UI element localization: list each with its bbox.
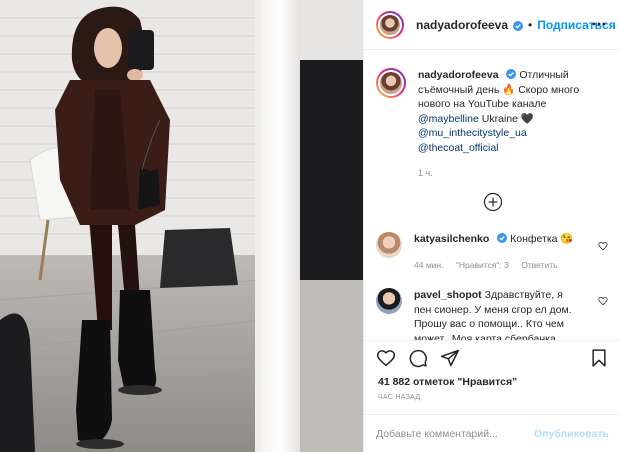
commenter-avatar[interactable] — [376, 288, 402, 314]
publish-button[interactable]: Опубликовать — [534, 428, 609, 440]
likes-count[interactable]: 41 882 отметок "Нравится" — [378, 376, 517, 388]
commenter-avatar[interactable] — [376, 232, 402, 258]
comment-like-icon[interactable] — [598, 296, 608, 306]
author-avatar[interactable] — [376, 10, 404, 39]
verified-badge-icon — [513, 20, 524, 31]
mention-maybelline[interactable]: @maybelline — [418, 113, 479, 125]
caption-body: nadyadorofeeva Отличный съёмочный день 🔥… — [418, 68, 608, 181]
post-header: nadyadorofeeva • Подписаться — [364, 0, 620, 50]
instagram-post: nadyadorofeeva • Подписаться nadyadorofe… — [0, 0, 620, 452]
verified-badge-icon — [497, 233, 508, 243]
mirror-selfie-photo — [0, 0, 363, 452]
comment-composer: Опубликовать — [364, 414, 620, 452]
post-caption: nadyadorofeeva Отличный съёмочный день 🔥… — [364, 50, 620, 181]
mention-mu-inthecitystyle[interactable]: @mu_inthecitystyle_ua — [418, 126, 608, 141]
posted-time[interactable]: ЧАС НАЗАД — [378, 394, 420, 401]
send-icon[interactable] — [440, 348, 460, 368]
bookmark-icon[interactable] — [589, 348, 609, 368]
comment-username[interactable]: katyasilchenko — [414, 233, 489, 245]
more-options-icon[interactable] — [591, 16, 607, 32]
comment-like-icon[interactable] — [598, 241, 608, 251]
comment-item: katyasilchenko Конфетка 😘 44 мин. "Нрави… — [376, 232, 616, 272]
comment-text: Конфетка 😘 — [510, 233, 574, 245]
verified-badge-icon — [506, 69, 517, 79]
heart-icon[interactable] — [376, 348, 396, 368]
comment-likes[interactable]: "Нравится": 3 — [456, 260, 509, 270]
post-side-panel: nadyadorofeeva • Подписаться nadyadorofe… — [363, 0, 620, 452]
comment-icon[interactable] — [408, 348, 428, 368]
author-username[interactable]: nadyadorofeeva — [416, 18, 508, 32]
header-separator: • — [528, 17, 533, 32]
comment-body: katyasilchenko Конфетка 😘 44 мин. "Нрави… — [414, 232, 582, 272]
post-photo[interactable] — [0, 0, 363, 452]
caption-avatar[interactable] — [376, 68, 406, 98]
add-comments-icon[interactable] — [483, 192, 503, 212]
post-actions-bar — [364, 340, 620, 374]
comment-time[interactable]: 44 мин. — [414, 260, 443, 270]
caption-username[interactable]: nadyadorofeeva — [418, 69, 499, 81]
comment-item: pavel_shopot Здравствуйте, я пен сионер.… — [376, 288, 616, 346]
mention-thecoat[interactable]: @thecoat_official — [418, 141, 608, 156]
comment-reply-button[interactable]: Ответить — [521, 260, 557, 270]
comment-username[interactable]: pavel_shopot — [414, 289, 482, 301]
comment-meta: 44 мин. "Нравится": 3 Ответить — [414, 258, 582, 273]
comment-body: pavel_shopot Здравствуйте, я пен сионер.… — [414, 288, 582, 346]
caption-text-2: Ukraine 🖤 — [478, 112, 534, 125]
comment-input[interactable] — [376, 427, 535, 440]
caption-time[interactable]: 1 ч. — [418, 166, 608, 181]
